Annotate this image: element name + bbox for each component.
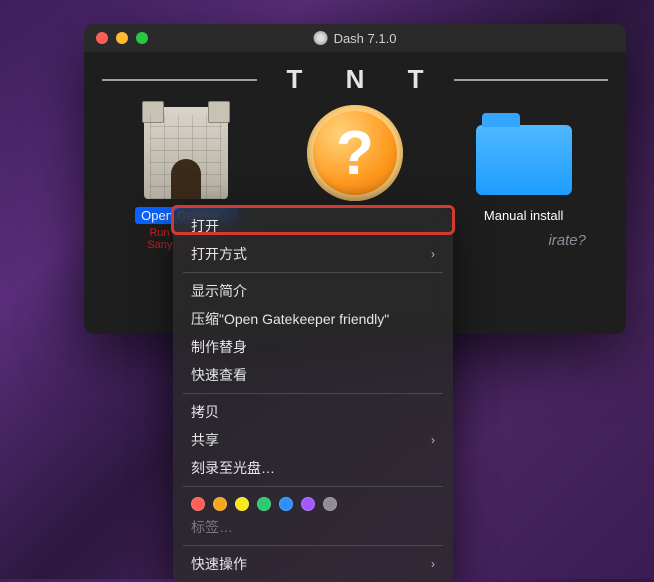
menu-burn-label: 刻录至光盘… [191,458,275,478]
tag-green[interactable] [257,497,271,511]
folder-icon [476,125,572,195]
menu-copy[interactable]: 拷贝 [177,398,449,426]
menu-separator [183,393,443,394]
chevron-right-icon: › [431,557,435,571]
close-button[interactable] [96,32,108,44]
folder-label: Manual install [478,207,570,224]
traffic-lights [96,32,148,44]
tag-row [177,491,449,513]
menu-quick-actions[interactable]: 快速操作 › [177,550,449,578]
gatekeeper-icon [144,107,228,199]
menu-tags-label: 标签… [191,517,233,537]
menu-compress-label: 压缩"Open Gatekeeper friendly" [191,309,389,329]
tag-purple[interactable] [301,497,315,511]
tag-red[interactable] [191,497,205,511]
menu-quick-look-label: 快速查看 [191,365,247,385]
divider-right [454,79,609,81]
menu-separator [183,486,443,487]
brand-text: T N T [269,64,442,95]
divider-left [102,79,257,81]
menu-make-alias[interactable]: 制作替身 [177,333,449,361]
footer-text: irate? [548,232,586,249]
folder-item[interactable]: Manual install [449,105,599,224]
tag-yellow[interactable] [235,497,249,511]
chevron-right-icon: › [431,433,435,447]
window-title: Dash 7.1.0 [314,31,397,46]
menu-copy-label: 拷贝 [191,402,219,422]
menu-tags[interactable]: 标签… [177,513,449,541]
menu-get-info-label: 显示简介 [191,281,247,301]
zoom-button[interactable] [136,32,148,44]
menu-burn[interactable]: 刻录至光盘… [177,454,449,482]
tag-gray[interactable] [323,497,337,511]
menu-share[interactable]: 共享 › [177,426,449,454]
menu-compress[interactable]: 压缩"Open Gatekeeper friendly" [177,305,449,333]
menu-open[interactable]: 打开 [177,212,449,240]
menu-quick-look[interactable]: 快速查看 [177,361,449,389]
tag-blue[interactable] [279,497,293,511]
menu-get-info[interactable]: 显示简介 [177,277,449,305]
minimize-button[interactable] [116,32,128,44]
menu-quick-actions-label: 快速操作 [191,554,247,574]
menu-separator [183,545,443,546]
menu-open-with-label: 打开方式 [191,244,247,264]
menu-make-alias-label: 制作替身 [191,337,247,357]
tnt-header: T N T [102,64,608,95]
chevron-right-icon: › [431,247,435,261]
menu-separator [183,272,443,273]
menu-open-with[interactable]: 打开方式 › [177,240,449,268]
help-item[interactable]: ? [280,105,430,201]
context-menu: 打开 打开方式 › 显示简介 压缩"Open Gatekeeper friend… [173,208,453,582]
menu-share-label: 共享 [191,430,219,450]
menu-open-label: 打开 [191,216,219,236]
window-title-text: Dash 7.1.0 [334,31,397,46]
tag-orange[interactable] [213,497,227,511]
volume-icon [314,31,328,45]
titlebar: Dash 7.1.0 [84,24,626,52]
question-icon: ? [307,105,403,201]
